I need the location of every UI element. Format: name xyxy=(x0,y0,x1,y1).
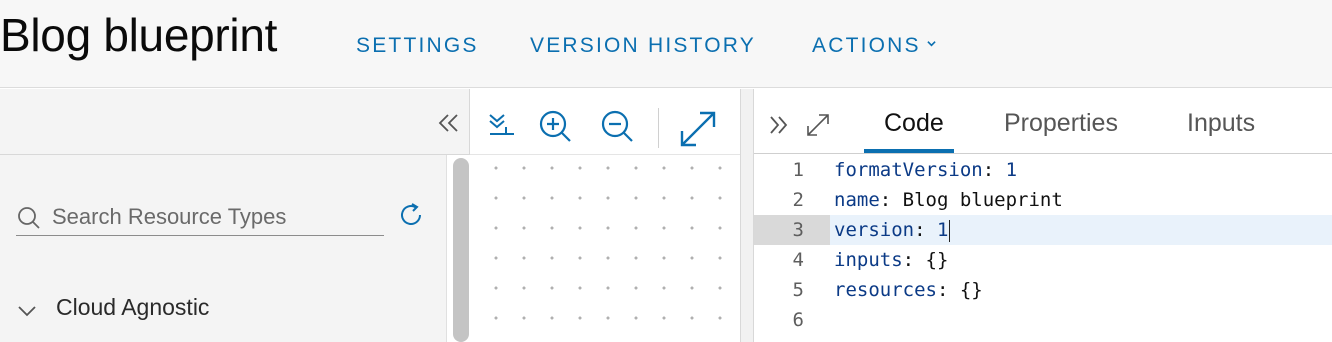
tab-code[interactable]: Code xyxy=(884,109,944,138)
code-text: formatVersion: 1 xyxy=(834,155,1017,185)
panel-splitter[interactable] xyxy=(740,89,754,342)
text-cursor xyxy=(949,219,951,242)
align-bottom-icon[interactable] xyxy=(484,109,518,143)
code-line: 2 name: Blog blueprint xyxy=(754,185,1332,215)
refresh-icon[interactable] xyxy=(396,200,426,230)
code-line-current: 3 version: 1 xyxy=(754,215,1332,245)
yaml-sep: : xyxy=(902,249,926,271)
line-number: 1 xyxy=(792,159,804,181)
code-text: inputs: {} xyxy=(834,245,948,275)
code-line: 6 xyxy=(754,305,1332,335)
yaml-sep: : xyxy=(982,159,1006,181)
code-text: name: Blog blueprint xyxy=(834,185,1063,215)
code-text: version: 1 xyxy=(834,215,951,245)
code-editor[interactable]: 1 formatVersion: 1 2 name: Blog blueprin… xyxy=(754,155,1332,342)
yaml-key: version xyxy=(834,219,915,241)
canvas-toolbar xyxy=(470,89,740,155)
page-header: Blog blueprint SETTINGS VERSION HISTORY … xyxy=(0,0,1332,88)
yaml-sep: : xyxy=(879,189,903,211)
code-line: 5 resources: {} xyxy=(754,275,1332,305)
yaml-sep: : xyxy=(914,219,937,241)
palette-scrollbar-thumb[interactable] xyxy=(453,158,469,342)
search-resource-types xyxy=(16,196,384,236)
yaml-sep: : xyxy=(936,279,960,301)
search-input[interactable] xyxy=(52,200,382,234)
search-icon xyxy=(18,207,40,229)
line-number: 6 xyxy=(792,309,804,331)
fit-to-screen-icon[interactable] xyxy=(678,109,718,149)
chevron-down-icon xyxy=(927,41,936,47)
tab-properties[interactable]: Properties xyxy=(1004,109,1118,138)
expand-right-icon[interactable] xyxy=(766,111,794,139)
zoom-in-icon[interactable] xyxy=(538,109,572,143)
code-line: 4 inputs: {} xyxy=(754,245,1332,275)
tab-inputs[interactable]: Inputs xyxy=(1187,109,1255,138)
maximize-icon[interactable] xyxy=(804,111,832,139)
code-line: 1 formatVersion: 1 xyxy=(754,155,1332,185)
yaml-key: name xyxy=(834,189,880,211)
line-number: 4 xyxy=(792,249,804,271)
yaml-value: Blog blueprint xyxy=(902,189,1063,211)
actions-label: ACTIONS xyxy=(812,34,921,57)
yaml-value: 1 xyxy=(936,219,949,241)
version-history-tab[interactable]: VERSION HISTORY xyxy=(530,34,756,58)
actions-dropdown[interactable]: ACTIONS xyxy=(812,34,936,58)
active-tab-indicator xyxy=(864,149,954,153)
yaml-value: {} xyxy=(959,279,983,301)
palette-toolbar xyxy=(0,89,470,155)
line-number: 3 xyxy=(754,215,830,245)
toolbar-divider xyxy=(658,108,659,148)
category-label: Cloud Agnostic xyxy=(56,294,210,320)
yaml-value: 1 xyxy=(1005,159,1018,181)
zoom-out-icon[interactable] xyxy=(600,109,634,143)
code-text: resources: {} xyxy=(834,275,983,305)
panel-tabs: Code Properties Inputs xyxy=(754,89,1332,154)
yaml-key: resources xyxy=(834,279,937,301)
code-panel: Code Properties Inputs 1 formatVersion: … xyxy=(754,89,1332,342)
page-title: Blog blueprint xyxy=(0,9,278,61)
yaml-value: {} xyxy=(925,249,949,271)
chevron-down-icon xyxy=(18,306,36,317)
settings-tab[interactable]: SETTINGS xyxy=(356,34,479,58)
line-number: 2 xyxy=(792,189,804,211)
yaml-key: inputs xyxy=(834,249,903,271)
line-number: 5 xyxy=(792,279,804,301)
yaml-key: formatVersion xyxy=(834,159,983,181)
collapse-left-icon[interactable] xyxy=(436,111,462,135)
